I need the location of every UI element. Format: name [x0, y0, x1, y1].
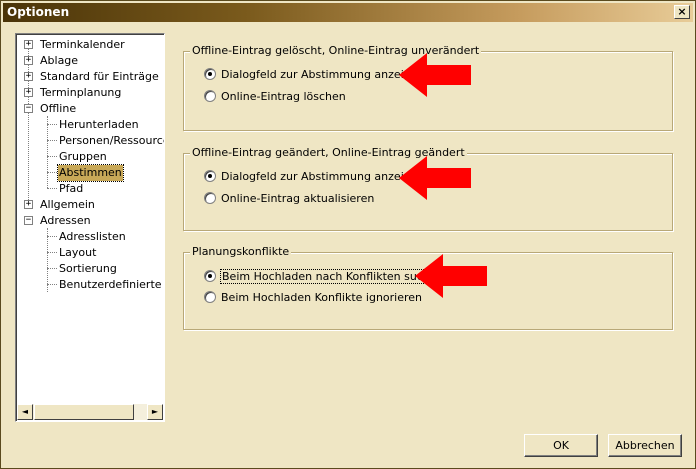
options-dialog: Optionen × + + + + − + − Terminkalender …: [0, 0, 696, 469]
tree-line: [47, 188, 57, 189]
window-title: Optionen: [7, 5, 70, 19]
radio-ignore-conflicts[interactable]: Beim Hochladen Konflikte ignorieren: [204, 290, 422, 306]
scroll-left-button[interactable]: ◄: [17, 404, 33, 420]
tree-item-adresslisten[interactable]: Adresslisten: [58, 229, 127, 245]
tree-item-adressen[interactable]: Adressen: [39, 213, 92, 229]
tree-item-abstimmen[interactable]: Abstimmen: [57, 164, 124, 182]
tree-content: + + + + − + − Terminkalender Ablage Stan…: [16, 36, 164, 404]
radio-label: Online-Eintrag aktualisieren: [221, 192, 375, 205]
radio-button-checked[interactable]: [204, 170, 216, 182]
tree-item-ablage[interactable]: Ablage: [39, 53, 79, 69]
tree-item-personen-ressourcen[interactable]: Personen/Ressourcen: [58, 133, 164, 149]
tree-item-gruppen[interactable]: Gruppen: [58, 149, 108, 165]
red-arrow-icon: [399, 156, 471, 200]
radio-button-checked[interactable]: [204, 68, 216, 80]
radio-delete-online[interactable]: Online-Eintrag löschen: [204, 89, 346, 105]
radio-button-checked[interactable]: [204, 270, 216, 282]
tree-item-terminkalender[interactable]: Terminkalender: [39, 37, 126, 53]
red-arrow-icon: [399, 53, 471, 97]
tree-item-benutzerdefinierte-felder[interactable]: Benutzerdefinierte Felder: [58, 277, 164, 293]
cancel-button[interactable]: Abbrechen: [608, 434, 682, 457]
tree-expander-standard[interactable]: +: [24, 72, 33, 81]
red-arrow-icon: [415, 254, 487, 298]
tree-line: [47, 236, 57, 237]
tree-item-offline[interactable]: Offline: [39, 101, 77, 117]
radio-show-dialog-2[interactable]: Dialogfeld zur Abstimmung anzeigen: [204, 169, 424, 185]
radio-label: Beim Hochladen nach Konflikten suchen: [220, 269, 446, 284]
tree-expander-offline[interactable]: −: [24, 104, 33, 113]
tree-line: [47, 156, 57, 157]
tree-line: [47, 228, 48, 292]
tree-item-allgemein[interactable]: Allgemein: [39, 197, 96, 213]
tree-line: [47, 172, 57, 173]
tree-expander-terminkalender[interactable]: +: [24, 40, 33, 49]
group-title: Planungskonflikte: [190, 245, 292, 258]
scroll-thumb[interactable]: [34, 404, 134, 420]
tree-expander-allgemein[interactable]: +: [24, 200, 33, 209]
radio-show-dialog-1[interactable]: Dialogfeld zur Abstimmung anzeigen: [204, 67, 424, 83]
tree-line: [47, 140, 57, 141]
tree-expander-ablage[interactable]: +: [24, 56, 33, 65]
radio-label: Dialogfeld zur Abstimmung anzeigen: [221, 170, 425, 183]
scroll-right-button[interactable]: ►: [147, 404, 163, 420]
tree-line: [47, 268, 57, 269]
radio-button[interactable]: [204, 192, 216, 204]
tree-horizontal-scrollbar[interactable]: ◄ ►: [17, 404, 163, 420]
tree-item-sortierung[interactable]: Sortierung: [58, 261, 118, 277]
tree-item-terminplanung[interactable]: Terminplanung: [39, 85, 122, 101]
radio-button[interactable]: [204, 291, 216, 303]
radio-label: Online-Eintrag löschen: [221, 90, 346, 103]
title-bar[interactable]: Optionen ×: [3, 3, 693, 22]
radio-button[interactable]: [204, 90, 216, 102]
tree-line: [47, 284, 57, 285]
tree-line: [47, 116, 48, 188]
tree-item-pfad[interactable]: Pfad: [58, 181, 84, 197]
radio-label: Beim Hochladen Konflikte ignorieren: [221, 291, 423, 304]
tree-expander-adressen[interactable]: −: [24, 216, 33, 225]
tree-line: [47, 252, 57, 253]
tree-item-herunterladen[interactable]: Herunterladen: [58, 117, 140, 133]
close-button[interactable]: ×: [674, 5, 690, 19]
tree-item-standard-fuer-eintraege[interactable]: Standard für Einträge: [39, 69, 160, 85]
tree-item-layout[interactable]: Layout: [58, 245, 97, 261]
radio-search-conflicts[interactable]: Beim Hochladen nach Konflikten suchen: [204, 269, 446, 285]
tree-line: [28, 44, 29, 204]
radio-update-online[interactable]: Online-Eintrag aktualisieren: [204, 191, 374, 207]
tree-line: [47, 124, 57, 125]
options-tree[interactable]: + + + + − + − Terminkalender Ablage Stan…: [15, 33, 165, 422]
tree-expander-terminplanung[interactable]: +: [24, 88, 33, 97]
ok-button[interactable]: OK: [524, 434, 598, 457]
radio-label: Dialogfeld zur Abstimmung anzeigen: [221, 68, 425, 81]
